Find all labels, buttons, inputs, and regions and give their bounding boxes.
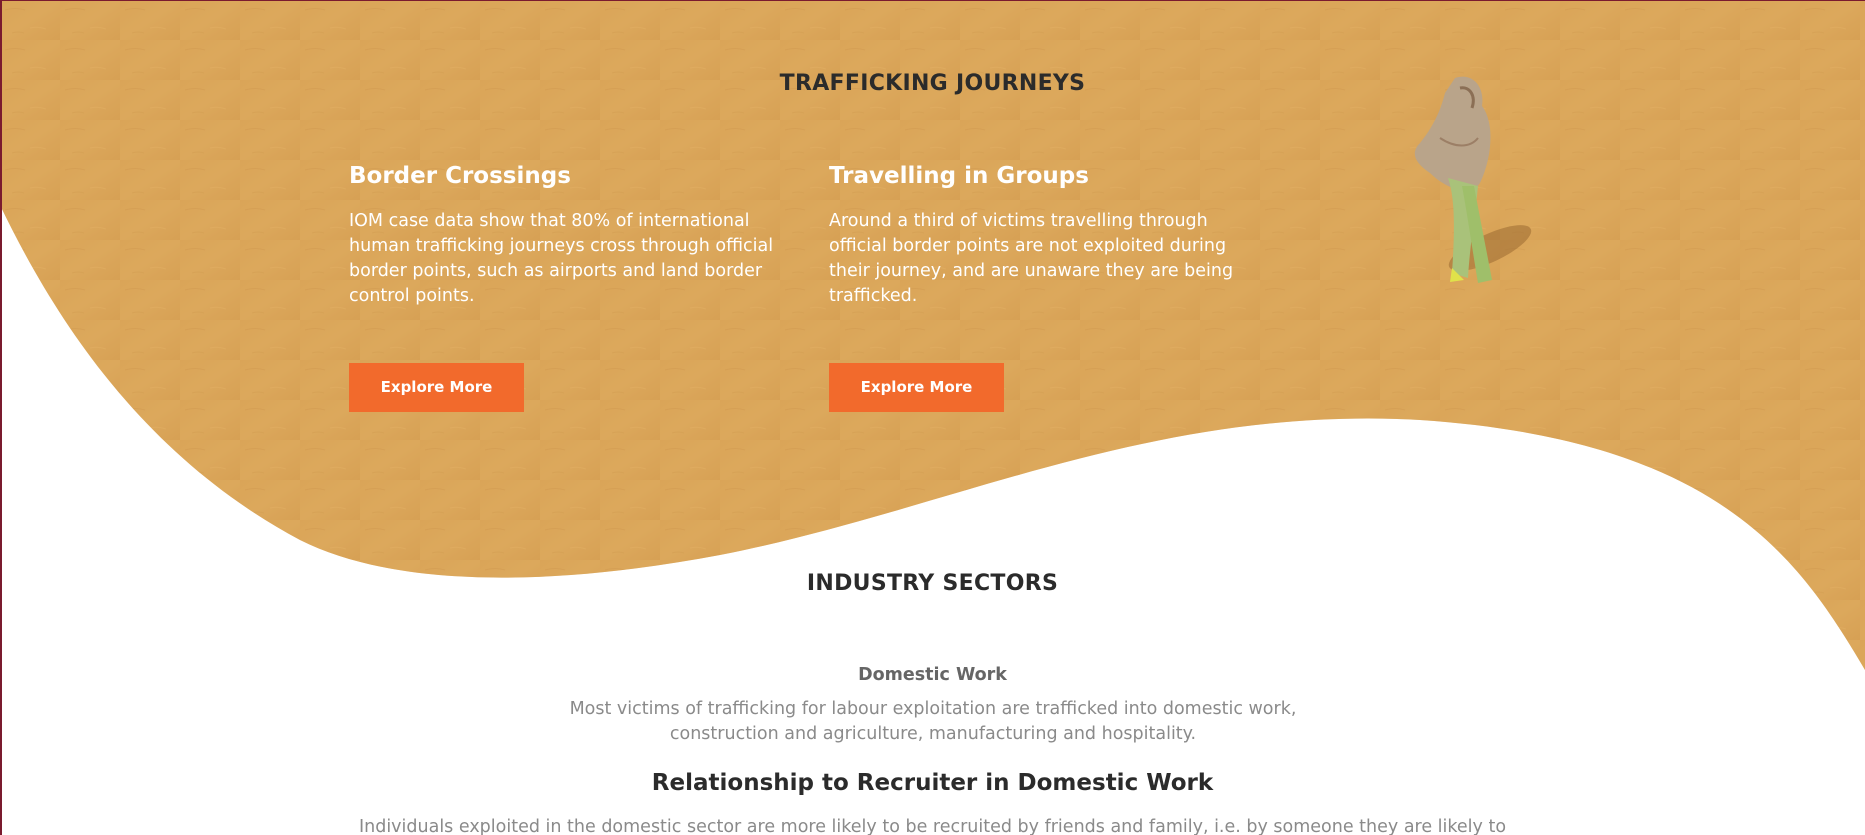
card-border-crossings: Border Crossings IOM case data show that… <box>349 161 789 309</box>
paragraph-recruiter: Individuals exploited in the domestic se… <box>358 817 1507 835</box>
top-border <box>0 0 1865 1</box>
card-heading: Travelling in Groups <box>829 163 1089 189</box>
person-figure-image <box>1414 76 1532 283</box>
sector-description: Most victims of trafficking for labour e… <box>569 699 1297 744</box>
left-border <box>0 0 2 835</box>
card-travelling-in-groups: Travelling in Groups Around a third of v… <box>829 161 1269 309</box>
card-body: IOM case data show that 80% of internati… <box>349 211 774 306</box>
section-title-industry-sectors: INDUSTRY SECTORS <box>806 571 1059 596</box>
card-body: Around a third of victims travelling thr… <box>829 211 1234 306</box>
card-heading: Border Crossings <box>349 163 571 189</box>
sub-heading-relationship: Relationship to Recruiter in Domestic Wo… <box>651 770 1214 796</box>
sector-name: Domestic Work <box>858 665 1007 685</box>
page: TRAFFICKING JOURNEYS Border Crossings IO… <box>0 0 1865 835</box>
explore-more-button[interactable]: Explore More <box>829 363 1004 412</box>
explore-more-button[interactable]: Explore More <box>349 363 524 412</box>
section-title-trafficking-journeys: TRAFFICKING JOURNEYS <box>779 71 1086 96</box>
